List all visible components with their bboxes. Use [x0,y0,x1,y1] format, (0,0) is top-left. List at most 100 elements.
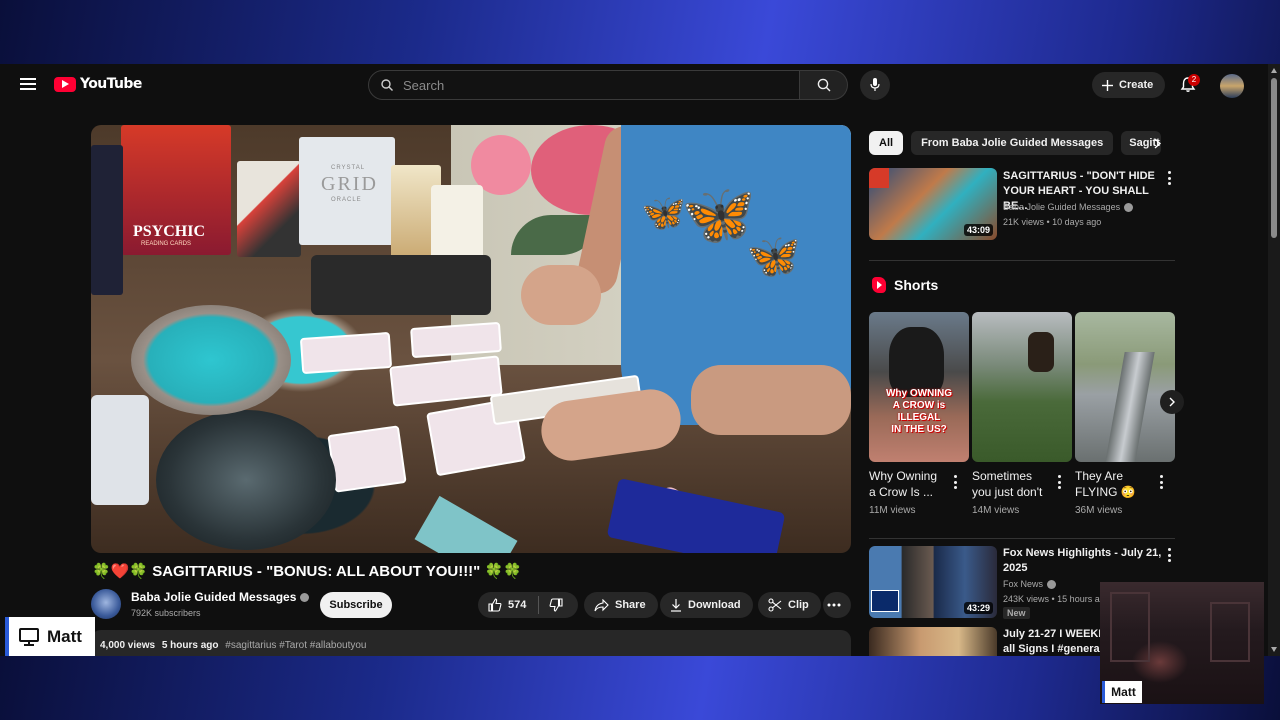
create-button[interactable]: Create [1092,72,1166,98]
download-icon [671,598,681,612]
video-player[interactable]: 🦋 🦋 🦋 PSYCHIC READING CARDS CRYSTAL GRID… [91,125,851,553]
section-divider [869,538,1175,539]
short-views: 36M views [1075,505,1123,516]
video-scene-card [410,321,502,359]
verified-icon [300,592,310,602]
video-title: 🍀❤️🍀 SAGITTARIUS - "BONUS: ALL ABOUT YOU… [92,563,522,580]
more-vertical-icon[interactable] [1167,548,1171,562]
webcam-background-detail [1110,592,1150,662]
download-button[interactable]: Download [660,592,753,618]
new-badge: New [1003,607,1030,619]
video-scene-box [91,395,149,505]
video-scene-deck-geometric [237,161,301,257]
chips-next-button[interactable] [1148,134,1166,152]
more-vertical-icon[interactable] [953,475,957,489]
channel-avatar[interactable] [91,589,121,619]
streamer-name-overlay: Matt [5,617,95,656]
short-views: 14M views [972,505,1020,516]
monitor-icon [19,627,39,646]
youtube-logo[interactable]: YouTube [54,76,142,92]
browser-window: YouTube Create 2 🦋 🦋 � [0,64,1280,656]
share-label: Share [615,599,646,611]
more-vertical-icon[interactable] [1159,475,1163,489]
more-vertical-icon[interactable] [1057,475,1061,489]
filter-chips: All From Baba Jolie Guided Messages Sagi… [869,131,1162,155]
short-thumbnail[interactable] [972,312,1072,462]
short-title[interactable]: They Are FLYING 😳 [1075,468,1153,500]
video-scene-card [389,355,503,407]
video-scene-card [327,425,407,493]
like-divider [538,596,540,614]
clip-button[interactable]: Clip [758,592,821,618]
short-title[interactable]: Why Owning a Crow Is ... [869,468,947,500]
deck-grid-title: GRID [321,173,378,195]
thumbnail-detail [869,168,889,188]
search-field[interactable] [368,70,800,100]
section-divider [869,260,1175,261]
recommendation-channel[interactable]: Fox News [1003,577,1057,592]
shorts-next-button[interactable] [1160,390,1184,414]
title-line: all Signs I #generalr [1003,643,1103,655]
recommendation-thumbnail[interactable]: 43:29 [869,546,997,618]
title-line: Fox News Highlights - July 21, [1003,547,1162,559]
share-button[interactable]: Share [584,592,658,618]
description-stats: 4,000 views 5 hours ago #sagittarius #Ta… [100,640,367,651]
recommendation-title[interactable]: July 21-27 I WEEKLY all Signs I #general… [1003,627,1103,656]
shorts-logo-icon [872,277,886,293]
like-count[interactable]: 574 [508,599,526,611]
thumbs-up-icon[interactable] [488,598,502,612]
channel-name: Baba Jolie Guided Messages [1003,202,1121,212]
desktop-background [0,656,1280,720]
title-line: July 21-27 I WEEKLY [1003,628,1103,640]
subscriber-count: 792K subscribers [131,608,201,618]
video-scene-hand [521,265,601,325]
ski-jump-shape [1105,352,1155,462]
thumbs-down-icon[interactable] [549,598,563,612]
voice-search-button[interactable] [860,70,890,100]
create-label: Create [1119,79,1154,91]
recommendation-thumbnail[interactable]: 43:09 [869,168,997,240]
recommendation-channel[interactable]: Baba Jolie Guided Messages [1003,200,1134,215]
search-button[interactable] [800,70,848,100]
butterfly-icon: 🦋 [746,232,801,281]
deck-psychic-label: PSYCHIC [133,223,206,240]
more-actions-button[interactable] [823,592,851,618]
channel-name: Baba Jolie Guided Messages [131,590,297,604]
recommendation-title[interactable]: Fox News Highlights - July 21, 2025 [1003,546,1163,576]
chip-all[interactable]: All [869,131,904,155]
title-line: SAGITTARIUS - "DON'T HIDE [1003,170,1155,182]
short-thumbnail[interactable] [1075,312,1175,462]
page-scrollbar[interactable] [1268,64,1280,656]
hashtags[interactable]: #sagittarius #Tarot #allaboutyou [225,640,366,651]
chip-from-channel[interactable]: From Baba Jolie Guided Messages [911,131,1114,155]
short-thumbnail[interactable]: Why OWNING A CROW is ILLEGAL IN THE US? [869,312,969,462]
overlay-line: ILLEGAL [897,412,941,423]
scrollbar-thumb[interactable] [1271,78,1277,238]
short-views: 11M views [869,505,916,516]
recommendation-thumbnail[interactable] [869,627,997,656]
fox-news-logo [871,590,899,612]
webcam-name-label: Matt [1102,681,1142,703]
like-dislike-group: 574 [478,592,578,618]
search-bar [368,70,848,100]
download-label: Download [688,599,741,611]
account-avatar[interactable] [1220,74,1244,98]
recommendation-meta: 243K views • 15 hours ago [1003,594,1110,604]
logo-text: YouTube [80,76,142,92]
short-title[interactable]: Sometimes you just don't [972,468,1052,500]
video-scene-arm [691,365,851,435]
video-scene-deck-dark [91,145,123,295]
recommendation-meta: 21K views • 10 days ago [1003,217,1102,227]
channel-name-link[interactable]: Baba Jolie Guided Messages [131,590,310,604]
more-vertical-icon[interactable] [1167,171,1171,185]
butterfly-icon: 🦋 [681,181,756,248]
scroll-down-arrow-icon[interactable] [1271,647,1277,652]
search-input[interactable] [403,77,763,93]
scroll-up-arrow-icon[interactable] [1271,68,1277,73]
notifications-badge: 2 [1188,74,1200,86]
subscribe-button[interactable]: Subscribe [320,592,392,618]
share-icon [594,598,609,611]
short-overlay-text: Why OWNING A CROW is ILLEGAL IN THE US? [869,388,969,436]
menu-icon[interactable] [20,78,36,90]
video-scene-bag [606,477,786,553]
